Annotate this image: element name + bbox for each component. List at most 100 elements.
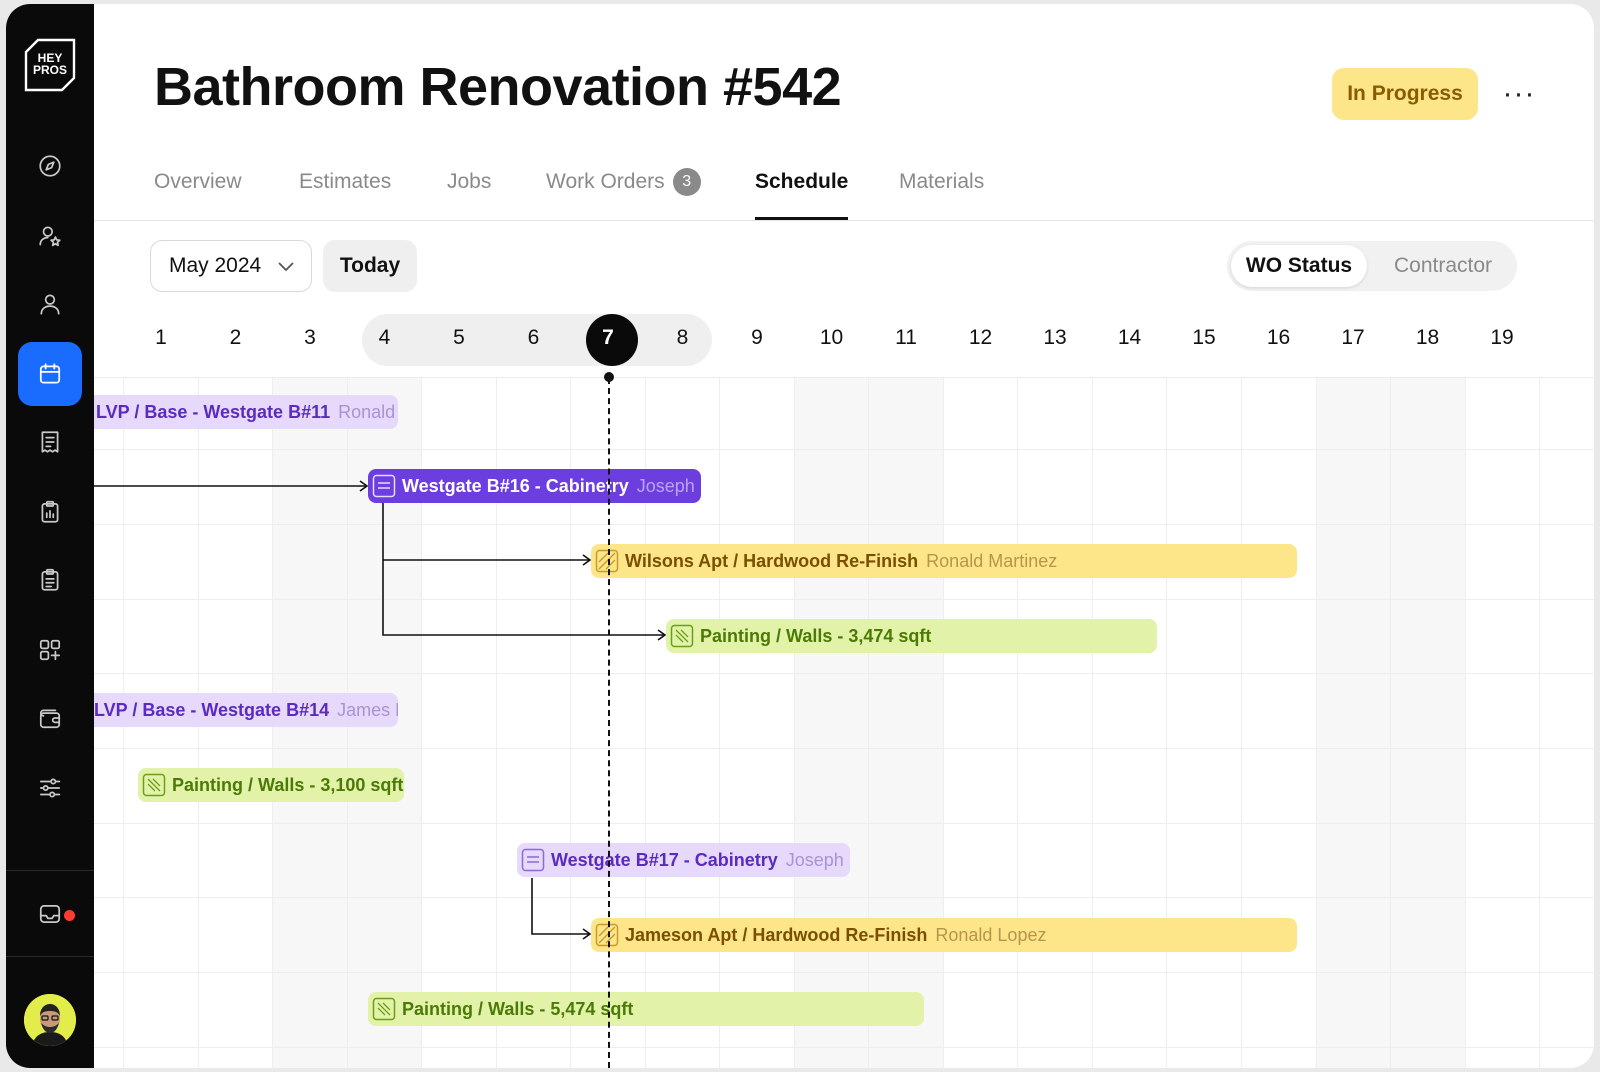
status-badge[interactable]: In Progress xyxy=(1332,68,1478,120)
grid-line xyxy=(1166,378,1167,1068)
apps-add-icon xyxy=(39,639,61,661)
sidebar-item-reports[interactable] xyxy=(18,480,82,544)
day-label[interactable]: 15 xyxy=(1184,326,1224,350)
grid-line xyxy=(1092,378,1093,1068)
paint-roller-icon xyxy=(670,624,694,648)
tabs-divider xyxy=(94,220,1594,221)
grid-line xyxy=(94,1047,1594,1048)
grid-line xyxy=(94,748,1594,749)
schedule-bar[interactable]: Painting / Walls - 3,100 sqft xyxy=(138,768,404,802)
ellipsis-icon: ··· xyxy=(1502,77,1536,110)
sidebar-item-clients[interactable] xyxy=(18,272,82,336)
app-window: HEY PROS Bathroom Renovation #542 In Pro… xyxy=(6,4,1594,1068)
day-label[interactable]: 11 xyxy=(886,326,926,350)
day-label[interactable]: 2 xyxy=(216,326,256,350)
arrow-head-icon xyxy=(657,629,667,641)
schedule-bar[interactable]: LVP / Base - Westgate B#14 James M xyxy=(94,693,398,727)
day-label[interactable]: 1 xyxy=(141,326,181,350)
day-label[interactable]: 13 xyxy=(1035,326,1075,350)
tab-estimates[interactable]: Estimates xyxy=(299,164,391,220)
day-label-today[interactable]: 7 xyxy=(588,326,628,350)
compass-icon xyxy=(39,155,61,177)
sidebar-item-schedule[interactable] xyxy=(18,342,82,406)
more-options-button[interactable]: ··· xyxy=(1494,72,1544,116)
sidebar-item-explore[interactable] xyxy=(18,134,82,198)
today-button[interactable]: Today xyxy=(323,240,417,292)
day-label[interactable]: 8 xyxy=(663,326,703,350)
contractor-toggle[interactable]: Contractor xyxy=(1373,245,1513,287)
schedule-bar[interactable]: Jameson Apt / Hardwood Re-Finish Ronald L… xyxy=(591,918,1297,952)
brand-logo[interactable]: HEY PROS xyxy=(24,38,76,92)
grid-line xyxy=(719,378,720,1068)
arrow-head-icon xyxy=(582,554,592,566)
day-label[interactable]: 16 xyxy=(1259,326,1299,350)
tab-jobs[interactable]: Jobs xyxy=(447,164,491,220)
wo-status-toggle[interactable]: WO Status xyxy=(1231,245,1367,287)
day-label[interactable]: 14 xyxy=(1110,326,1150,350)
bar-title: Painting / Walls - 3,100 sqft xyxy=(172,774,404,795)
avatar[interactable] xyxy=(24,994,76,1046)
day-label[interactable]: 3 xyxy=(290,326,330,350)
sidebar-item-tasks[interactable] xyxy=(18,548,82,612)
grid-line xyxy=(94,972,1594,973)
bar-title: Jameson Apt / Hardwood Re-Finish xyxy=(625,924,928,945)
grid-line xyxy=(1539,378,1540,1068)
bar-title: Painting / Walls - 3,474 sqft xyxy=(700,625,932,646)
tab-overview[interactable]: Overview xyxy=(154,164,242,220)
bar-assignee: Joseph R xyxy=(636,475,701,496)
schedule-bar[interactable]: Westgate B#17 - Cabinetry Joseph R xyxy=(517,843,850,877)
sliders-icon xyxy=(39,778,61,798)
sidebar-divider xyxy=(6,870,94,871)
month-select[interactable]: May 2024 xyxy=(150,240,312,292)
day-label[interactable]: 18 xyxy=(1408,326,1448,350)
schedule-bar[interactable]: Westgate B#16 - Cabinetry Joseph R xyxy=(368,469,701,503)
day-label[interactable]: 12 xyxy=(961,326,1001,350)
day-label[interactable]: 19 xyxy=(1482,326,1522,350)
paint-roller-icon xyxy=(142,773,166,797)
view-toggle: WO Status Contractor xyxy=(1227,241,1517,291)
grid-line xyxy=(868,378,869,1068)
main-content: Bathroom Renovation #542 In Progress ···… xyxy=(94,4,1594,1068)
bar-assignee: Ronald Martinez xyxy=(926,550,1058,571)
schedule-bar[interactable]: Wilsons Apt / Hardwood Re-Finish Ronald M… xyxy=(591,544,1297,578)
day-label[interactable]: 17 xyxy=(1333,326,1373,350)
grid-line xyxy=(794,378,795,1068)
bar-title: Wilsons Apt / Hardwood Re-Finish xyxy=(625,550,919,571)
calendar-icon xyxy=(39,363,61,384)
clipboard-list-icon xyxy=(41,568,59,591)
day-label[interactable]: 6 xyxy=(514,326,554,350)
grid-line xyxy=(94,599,1594,600)
bar-assignee: Ronald M xyxy=(338,401,398,422)
grid-line xyxy=(1316,378,1317,1068)
grid-line xyxy=(94,897,1594,898)
receipt-icon xyxy=(41,431,59,453)
grid-line xyxy=(94,673,1594,674)
tab-work-orders[interactable]: Work Orders 3 xyxy=(546,164,701,220)
sidebar-divider xyxy=(6,956,94,957)
day-label[interactable]: 10 xyxy=(812,326,852,350)
page-title: Bathroom Renovation #542 xyxy=(154,57,842,117)
grid-line xyxy=(1390,378,1391,1068)
schedule-bar[interactable]: Painting / Walls - 3,474 sqft xyxy=(666,619,1157,653)
sidebar-item-invoices[interactable] xyxy=(18,410,82,474)
tab-schedule[interactable]: Schedule xyxy=(755,164,849,220)
sidebar-item-payments[interactable] xyxy=(18,686,82,750)
sidebar-item-settings[interactable] xyxy=(18,756,82,820)
sidebar-item-pros[interactable] xyxy=(18,204,82,268)
bar-title: LVP / Base - Westgate B#14 xyxy=(94,699,330,720)
day-label[interactable]: 5 xyxy=(439,326,479,350)
schedule-bar[interactable]: Painting / Walls - 5,474 sqft xyxy=(368,992,924,1026)
bar-assignee: Joseph R xyxy=(785,849,850,870)
sidebar-item-apps[interactable] xyxy=(18,618,82,682)
tab-materials[interactable]: Materials xyxy=(899,164,984,220)
day-label[interactable]: 4 xyxy=(365,326,405,350)
clipboard-chart-icon xyxy=(41,500,59,523)
bar-title: Westgate B#17 - Cabinetry xyxy=(551,849,778,870)
month-select-value: May 2024 xyxy=(169,254,262,277)
schedule-bar[interactable]: LVP / Base - Westgate B#11 Ronald M xyxy=(94,395,398,429)
grid-line xyxy=(1465,378,1466,1068)
wallet-icon xyxy=(39,709,61,729)
day-label[interactable]: 9 xyxy=(737,326,777,350)
cabinet-icon xyxy=(521,848,545,872)
bar-title: Westgate B#16 - Cabinetry xyxy=(402,475,629,496)
